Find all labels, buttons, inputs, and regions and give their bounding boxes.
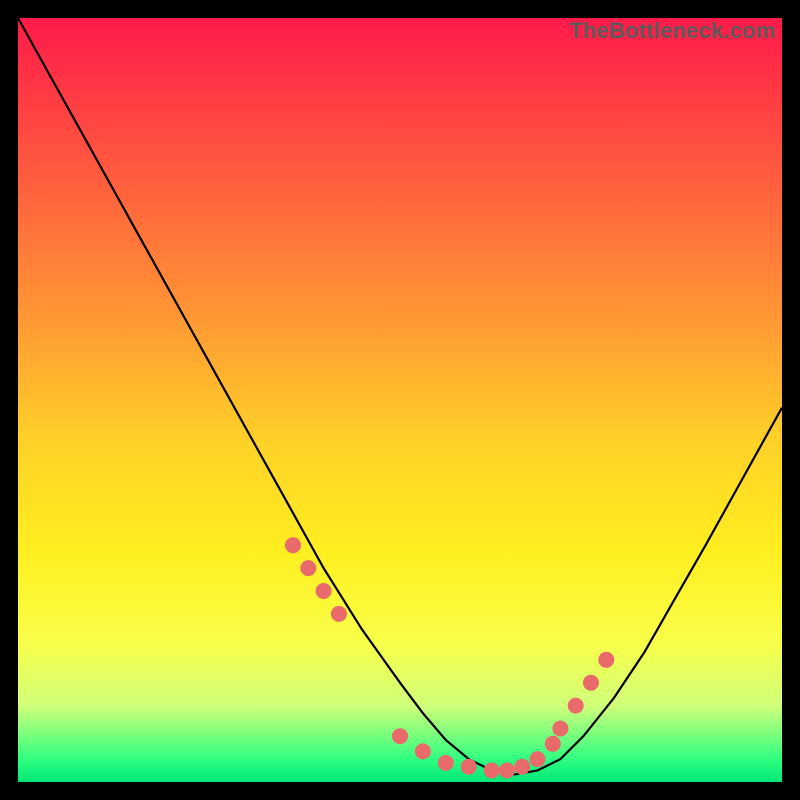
- watermark-label: TheBottleneck.com: [570, 18, 776, 44]
- marker-dot: [568, 698, 584, 714]
- marker-dot: [438, 755, 454, 771]
- marker-dot: [300, 560, 316, 576]
- marker-dot: [316, 583, 332, 599]
- marker-dot: [583, 675, 599, 691]
- marker-dot: [499, 763, 515, 779]
- bottleneck-curve: [18, 18, 782, 774]
- marker-dot: [392, 728, 408, 744]
- marker-dot: [285, 537, 301, 553]
- marker-dot: [461, 759, 477, 775]
- marker-dot: [415, 743, 431, 759]
- marker-dot: [530, 751, 546, 767]
- marker-dot: [514, 759, 530, 775]
- chart-area: TheBottleneck.com: [18, 18, 782, 782]
- marker-dot: [331, 606, 347, 622]
- marker-dot: [484, 763, 500, 779]
- marker-dot: [552, 721, 568, 737]
- curve-svg: [18, 18, 782, 782]
- marker-dot: [545, 736, 561, 752]
- marker-dot: [598, 652, 614, 668]
